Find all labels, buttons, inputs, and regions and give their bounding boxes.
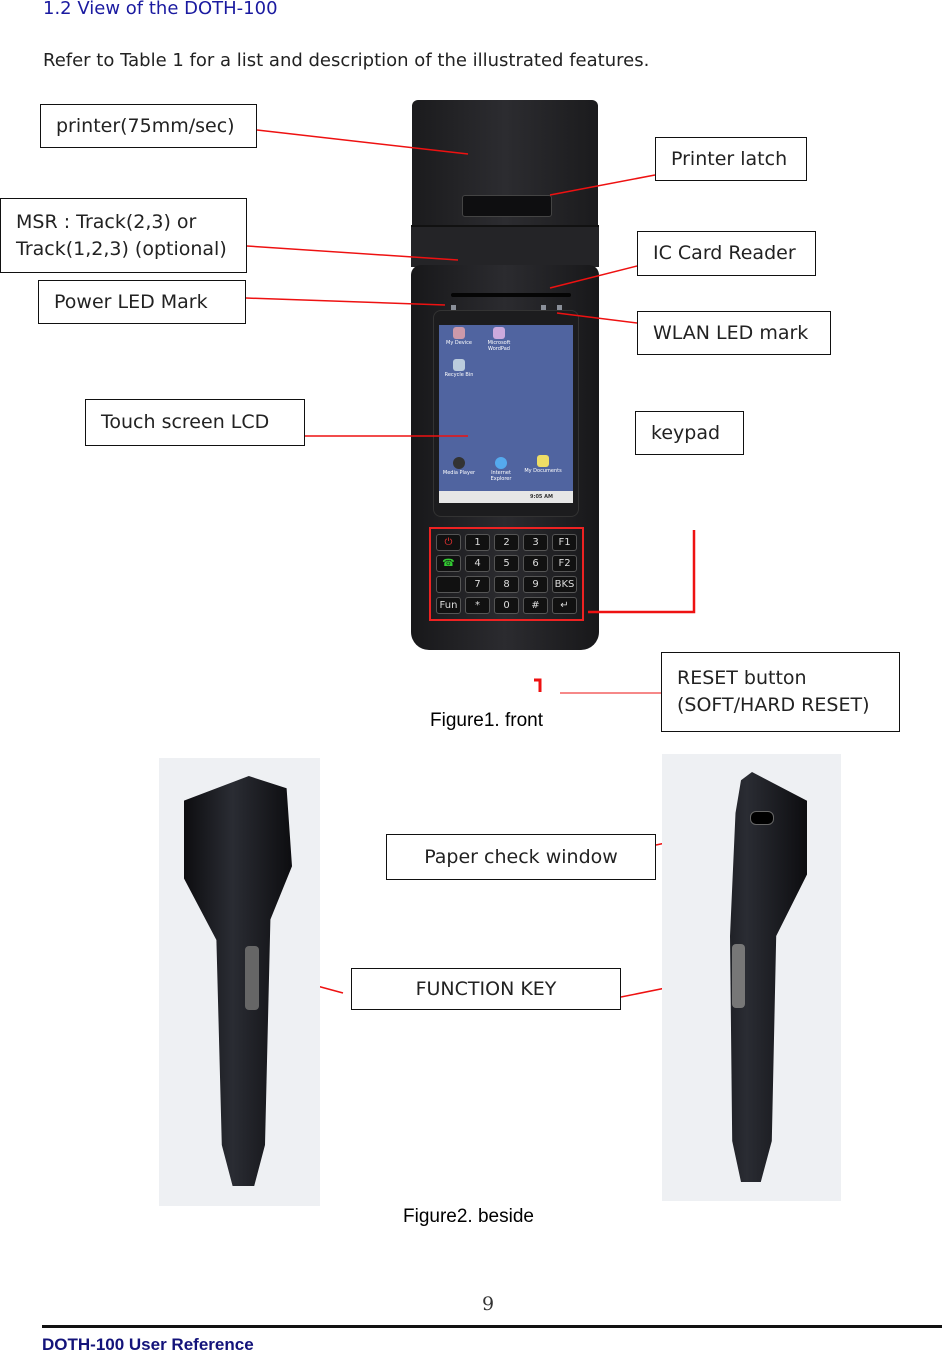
callout-msr: MSR : Track(2,3) or Track(1,2,3) (optiona… [0,198,247,273]
leader-msr [246,245,459,261]
callout-reset: RESET button (SOFT/HARD RESET) [661,652,900,732]
callout-function-key: FUNCTION KEY [351,968,621,1010]
device-left-side-photo [159,758,320,1206]
function-key-right [732,944,745,1008]
footer-rule [42,1325,942,1328]
device-side-body [184,776,292,1186]
device-side-body [730,772,807,1182]
device-right-side-photo [662,754,841,1201]
leader-printer [256,129,469,155]
callout-keypad: keypad [635,411,744,455]
page-number: 9 [482,1293,495,1315]
leader-latch [549,174,656,196]
callout-ic-card: IC Card Reader [637,231,816,276]
paper-check-window [750,811,774,825]
callout-printer-latch: Printer latch [655,137,807,181]
callout-touch-lcd: Touch screen LCD [85,399,305,446]
callout-wlan-led: WLAN LED mark [637,311,831,355]
figure1-caption: Figure1. front [430,710,543,731]
leader-ic [549,265,638,289]
callout-power-led: Power LED Mark [38,280,246,324]
leader-keypad [588,530,696,614]
leader-power-led [245,297,446,306]
reset-arrow [534,678,542,692]
function-key-left [245,946,259,1010]
document-page: 1.2 View of the DOTH-100 Refer to Table … [0,0,942,1352]
callout-paper-check: Paper check window [386,834,656,880]
figure2-caption: Figure2. beside [403,1206,534,1227]
leader-wlan [556,312,638,324]
footer-title: DOTH-100 User Reference [42,1335,254,1352]
callout-printer: printer(75mm/sec) [40,104,257,148]
